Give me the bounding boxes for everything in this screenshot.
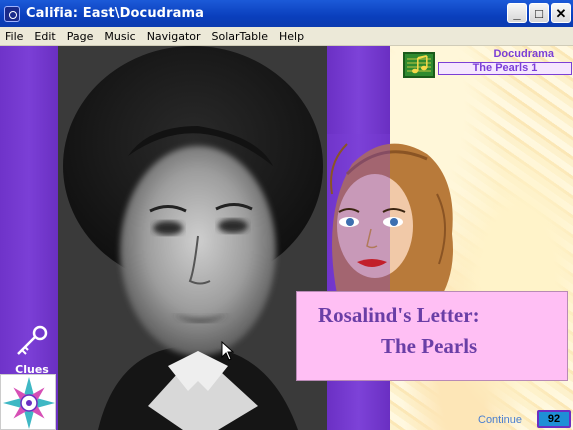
content-area: Clues Rosalind's Letter: The Pearls Docu… [0,46,573,430]
compass-rose-icon[interactable] [0,374,56,430]
window-title: Califia: East\Docudrama [26,6,204,21]
music-note-icon[interactable] [403,52,435,78]
menu-edit[interactable]: Edit [29,30,61,43]
section-label: Docudrama [493,48,554,60]
menu-navigator[interactable]: Navigator [142,30,207,43]
window-controls: _ □ ✕ [507,3,571,23]
minimize-button[interactable]: _ [507,3,527,23]
app-icon[interactable] [4,5,20,22]
drawn-portrait [327,134,467,304]
title-bar: Califia: East\Docudrama _ □ ✕ [0,0,573,27]
continue-button[interactable]: Continue [478,414,522,426]
portrait-photo [58,46,327,430]
close-button[interactable]: ✕ [551,3,571,23]
page-number-badge[interactable]: 92 [537,410,571,428]
mouse-cursor-icon [221,341,235,361]
page-title-label: The Pearls 1 [438,62,572,75]
menu-music[interactable]: Music [99,30,141,43]
maximize-button[interactable]: □ [529,3,549,23]
letter-title-line2: The Pearls [381,334,478,358]
letter-title-line1: Rosalind's Letter: [318,303,480,327]
key-icon [17,325,48,355]
menu-bar: File Edit Page Music Navigator SolarTabl… [0,27,573,46]
clues-button[interactable]: Clues [12,324,52,376]
menu-page[interactable]: Page [62,30,100,43]
letter-title-box[interactable]: Rosalind's Letter: The Pearls [296,291,568,381]
menu-solartable[interactable]: SolarTable [207,30,274,43]
menu-file[interactable]: File [0,30,29,43]
menu-help[interactable]: Help [274,30,310,43]
